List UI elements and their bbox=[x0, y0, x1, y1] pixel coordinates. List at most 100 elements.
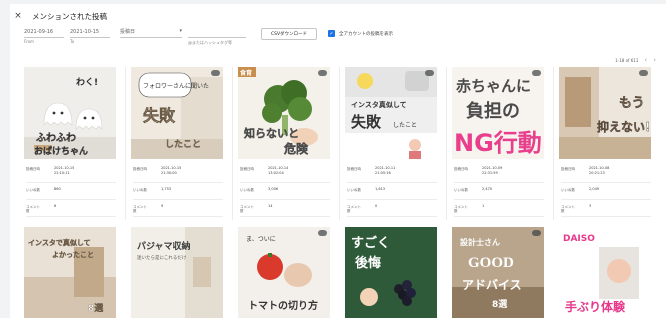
comments-row: コメント 数 6 bbox=[26, 201, 116, 217]
post-thumbnail[interactable]: もう 抑えない! bbox=[559, 67, 651, 159]
sort-order-select[interactable]: 投稿日 ▾ bbox=[120, 28, 182, 38]
end-date-field[interactable]: 2021-10-15 To bbox=[70, 28, 110, 44]
post-thumbnail[interactable]: インスタ真似して 失敗 したこと bbox=[345, 67, 437, 159]
posted-label: 投稿日時 bbox=[561, 167, 575, 171]
posted-row: 投稿日時 2021-10-14 13:02:04 bbox=[240, 163, 330, 183]
post-card[interactable]: インスタで真似して よかったこと 8選 bbox=[24, 227, 126, 318]
ghost-photo-icon: わく! ふわふわ おばけちゃん bbox=[24, 67, 116, 159]
prev-page-icon[interactable]: ‹ bbox=[644, 56, 647, 64]
post-thumbnail[interactable]: 食育 知らないと 危険 bbox=[238, 67, 330, 159]
close-icon[interactable]: × bbox=[10, 8, 26, 24]
post-card[interactable]: すごく 後悔 bbox=[345, 227, 447, 318]
carousel-icon bbox=[425, 70, 434, 76]
baby-text-icon: 赤ちゃんに 負担の NG行動 bbox=[452, 67, 544, 159]
carousel-icon bbox=[532, 70, 541, 76]
post-thumbnail[interactable]: ま、ついに トマトの切り方 bbox=[238, 227, 330, 318]
overlay-text: 知らないと bbox=[243, 126, 299, 140]
broccoli-photo-icon: 食育 知らないと 危険 bbox=[238, 67, 330, 159]
end-date-value: 2021-10-15 bbox=[70, 29, 100, 35]
post-thumbnail[interactable]: 設計士さん GOOD アドバイス 8選 bbox=[452, 227, 544, 318]
show-all-accounts-label: 全アカウントの投稿を表示 bbox=[339, 31, 393, 37]
post-thumbnail[interactable]: インスタで真似して よかったこと 8選 bbox=[24, 227, 116, 318]
posted-row: 投稿日時 2021-10-15 21:30:00 bbox=[133, 163, 223, 183]
post-card[interactable]: わく! ふわふわ おばけちゃん 投稿日時 2021-10-15 22:10:11… bbox=[24, 67, 126, 220]
posted-row: 投稿日時 2021-10-15 22:10:11 bbox=[26, 163, 116, 183]
show-all-accounts-checkbox[interactable]: ✓ 全アカウントの投稿を表示 bbox=[328, 30, 393, 37]
comments-row: コメント 数 9 bbox=[133, 201, 223, 217]
carousel-icon bbox=[318, 230, 327, 236]
posted-label: 投稿日時 bbox=[240, 167, 254, 171]
likes-value: 2,049 bbox=[589, 187, 600, 191]
post-thumbnail[interactable]: 赤ちゃんに 負担の NG行動 bbox=[452, 67, 544, 159]
posted-row: 投稿日時 2021-10-09 22:31:59 bbox=[454, 163, 544, 183]
overlay-text: フォロワーさんに聞いた bbox=[143, 83, 209, 90]
start-date-field[interactable]: 2021-09-16 From bbox=[24, 28, 64, 44]
overlay-text: 抑えない! bbox=[597, 119, 650, 134]
posted-value: 2021-10-15 22:10:11 bbox=[54, 166, 75, 175]
likes-label: いいね数 bbox=[240, 188, 254, 192]
post-card[interactable]: パジャマ収納 迷いたら是にこれるだけ bbox=[131, 227, 233, 318]
end-date-hint: To bbox=[70, 39, 75, 44]
comments-label: コメント 数 bbox=[240, 205, 254, 213]
overlay-text: 食育 bbox=[239, 69, 252, 77]
posted-value: 2021-10-11 21:05:16 bbox=[375, 166, 396, 175]
overlay-text: 危険 bbox=[283, 141, 309, 156]
post-thumbnail[interactable]: わく! ふわふわ おばけちゃん bbox=[24, 67, 116, 159]
overlay-text: 8選 bbox=[88, 303, 104, 314]
likes-value: 2,470 bbox=[482, 187, 493, 191]
post-card[interactable]: もう 抑えない! 投稿日時 2021-10-08 20:21:23 いいね数 2… bbox=[559, 67, 661, 220]
sort-order-value: 投稿日 bbox=[120, 29, 136, 35]
posted-value: 2021-10-09 22:31:59 bbox=[482, 166, 503, 175]
overlay-text: 手ぶり体験 bbox=[565, 299, 626, 314]
post-thumbnail[interactable]: フォロワーさんに聞いた 失敗 したこと bbox=[131, 67, 223, 159]
comments-value: 0 bbox=[375, 204, 378, 208]
daiso-photo-icon: DAISO 手ぶり体験 bbox=[559, 227, 651, 318]
overlay-text: パジャマ収納 bbox=[137, 240, 191, 252]
post-card[interactable]: フォロワーさんに聞いた 失敗 したこと 投稿日時 2021-10-15 21:3… bbox=[131, 67, 233, 220]
post-card[interactable]: DAISO 手ぶり体験 bbox=[559, 227, 661, 318]
overlay-text: すごく bbox=[351, 235, 390, 251]
overlay-text: インスタで真似して bbox=[28, 238, 91, 247]
post-card[interactable]: ま、ついに トマトの切り方 bbox=[238, 227, 340, 318]
post-card[interactable]: インスタ真似して 失敗 したこと 投稿日時 2021-10-11 21:05:1… bbox=[345, 67, 447, 220]
likes-row: いいね数 3,006 bbox=[240, 184, 330, 200]
comments-value: 3 bbox=[589, 204, 592, 208]
grapes-photo-icon: すごく 後悔 bbox=[345, 227, 437, 318]
post-thumbnail[interactable]: すごく 後悔 bbox=[345, 227, 437, 318]
posted-label: 投稿日時 bbox=[347, 167, 361, 171]
posted-label: 投稿日時 bbox=[454, 167, 468, 171]
comments-row: コメント 数 14 bbox=[240, 201, 330, 217]
overlay-text: インスタ真似して bbox=[351, 100, 407, 109]
post-thumbnail[interactable]: パジャマ収納 迷いたら是にこれるだけ bbox=[131, 227, 223, 318]
start-date-hint: From bbox=[24, 39, 34, 44]
overlay-text: 負担の bbox=[466, 100, 520, 122]
checkbox-checked-icon[interactable]: ✓ bbox=[328, 30, 335, 37]
csv-download-button[interactable]: CSVダウンロード bbox=[261, 28, 317, 40]
keyword-input[interactable]: @またはハッシュタグ等 bbox=[188, 28, 246, 45]
keyword-underline bbox=[188, 37, 246, 38]
likes-row: いいね数 2,049 bbox=[561, 184, 651, 200]
overlay-text: アドバイス bbox=[462, 278, 522, 292]
comments-value: 1 bbox=[482, 204, 485, 208]
filter-bar: 2021-09-16 From 2021-10-15 To 投稿日 ▾ @または… bbox=[24, 28, 664, 50]
post-card[interactable]: 設計士さん GOOD アドバイス 8選 bbox=[452, 227, 554, 318]
next-page-icon[interactable]: › bbox=[653, 56, 656, 64]
post-card[interactable]: 赤ちゃんに 負担の NG行動 投稿日時 2021-10-09 22:31:59 … bbox=[452, 67, 554, 220]
carousel-icon bbox=[211, 70, 220, 76]
overlay-text: 失敗 bbox=[351, 113, 382, 131]
keyword-hint: @またはハッシュタグ等 bbox=[188, 40, 232, 45]
comments-label: コメント 数 bbox=[26, 205, 40, 213]
dialog-title: メンションされた投稿 bbox=[32, 11, 107, 21]
overlay-text: もう bbox=[619, 96, 645, 111]
post-card[interactable]: 食育 知らないと 危険 投稿日時 2021-10-14 13:02:04 いいね… bbox=[238, 67, 340, 220]
sort-order-underline bbox=[120, 37, 182, 38]
pagination-range: 1-18 of 611 bbox=[615, 57, 639, 63]
comments-label: コメント 数 bbox=[454, 205, 468, 213]
end-date-underline bbox=[70, 37, 110, 38]
post-thumbnail[interactable]: DAISO 手ぶり体験 bbox=[559, 227, 651, 318]
comments-row: コメント 数 0 bbox=[347, 201, 437, 217]
overlay-text: 設計士さん bbox=[460, 237, 500, 247]
overlay-text: おばけちゃん bbox=[34, 145, 88, 157]
likes-row: いいね数 1,753 bbox=[133, 184, 223, 200]
closet-photo-icon: パジャマ収納 迷いたら是にこれるだけ bbox=[131, 227, 223, 318]
